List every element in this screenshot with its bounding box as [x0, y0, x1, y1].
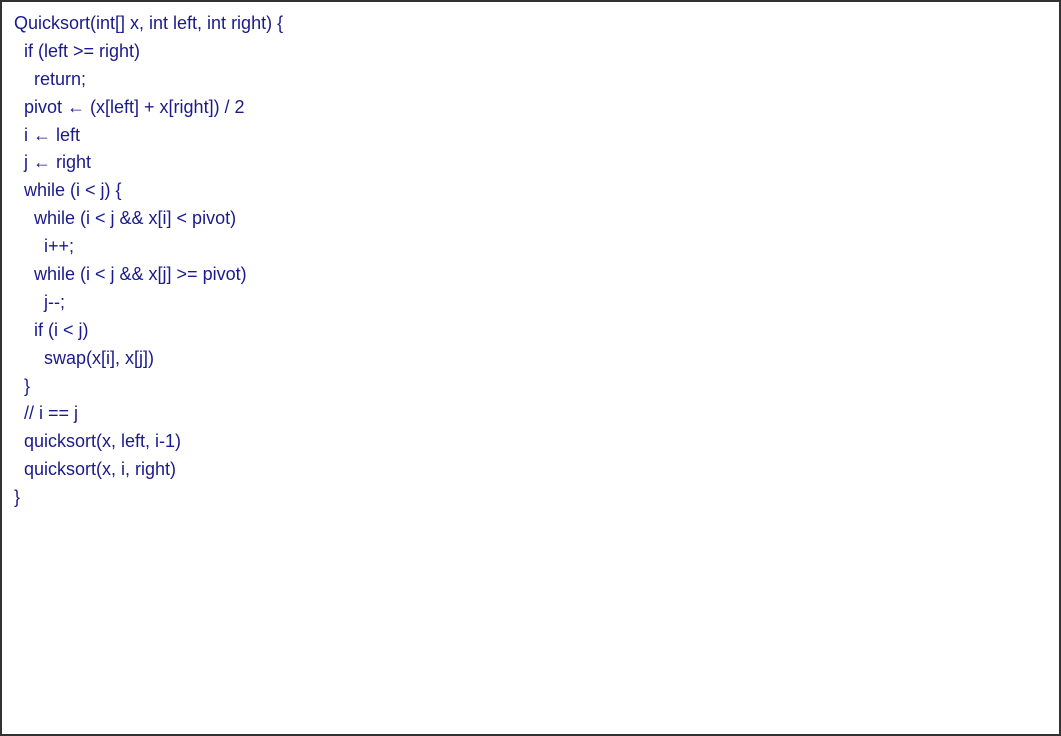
code-line: }: [14, 373, 1047, 401]
code-line: swap(x[i], x[j]): [14, 345, 1047, 373]
code-line: // i == j: [14, 400, 1047, 428]
code-line: return;: [14, 66, 1047, 94]
code-line: j--;: [14, 289, 1047, 317]
code-line: if (left >= right): [14, 38, 1047, 66]
code-line: if (i < j): [14, 317, 1047, 345]
code-line: Quicksort(int[] x, int left, int right) …: [14, 10, 1047, 38]
code-block: Quicksort(int[] x, int left, int right) …: [14, 10, 1047, 512]
code-line: j ← right: [14, 149, 1047, 177]
code-line: while (i < j) {: [14, 177, 1047, 205]
code-line: quicksort(x, i, right): [14, 456, 1047, 484]
code-line: while (i < j && x[j] >= pivot): [14, 261, 1047, 289]
code-line: quicksort(x, left, i-1): [14, 428, 1047, 456]
code-container: Quicksort(int[] x, int left, int right) …: [0, 0, 1061, 736]
code-line: i ← left: [14, 122, 1047, 150]
code-line: while (i < j && x[i] < pivot): [14, 205, 1047, 233]
code-line: i++;: [14, 233, 1047, 261]
code-line: pivot ← (x[left] + x[right]) / 2: [14, 94, 1047, 122]
code-line: }: [14, 484, 1047, 512]
